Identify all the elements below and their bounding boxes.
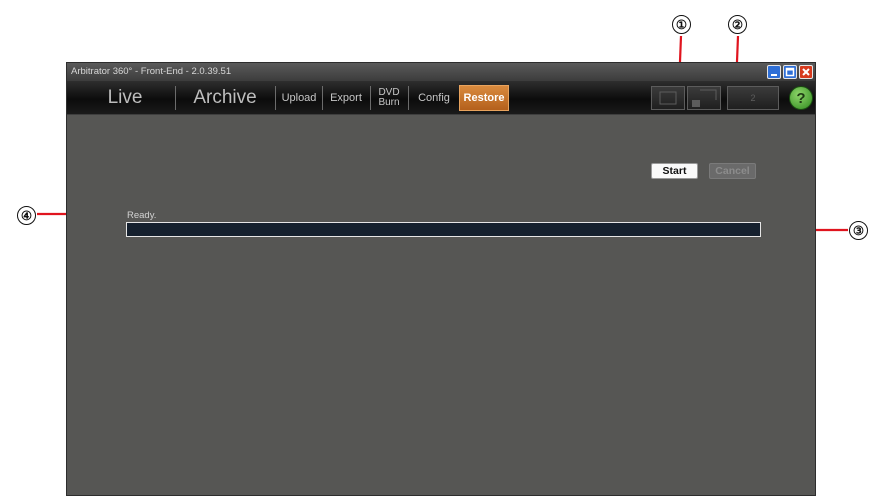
callout-1: ① [672, 15, 691, 34]
title-bar[interactable]: Arbitrator 360° - Front-End - 2.0.39.51 [67, 63, 815, 81]
menu-separator [175, 86, 176, 110]
menu-separator [408, 86, 409, 110]
menu-separator [275, 86, 276, 110]
help-icon[interactable]: ? [789, 86, 813, 110]
status-text: Ready. [127, 210, 157, 221]
tab-dvd-burn-line2: Burn [378, 97, 400, 108]
minimize-icon[interactable] [767, 65, 781, 79]
cancel-button[interactable]: Cancel [709, 163, 756, 179]
layout-icon [659, 91, 677, 105]
toolbar-button-2[interactable]: 2 [727, 86, 779, 110]
tab-export[interactable]: Export [324, 84, 368, 112]
callout-4: ④ [17, 206, 36, 225]
menu-separator [322, 86, 323, 110]
callout-3: ③ [849, 221, 868, 240]
tab-dvd-burn[interactable]: DVD Burn [372, 84, 406, 112]
window-title: Arbitrator 360° - Front-End - 2.0.39.51 [71, 66, 232, 77]
toolbar-button-layout[interactable] [651, 86, 685, 110]
callout-2: ② [728, 15, 747, 34]
restore-progress-bar [126, 222, 761, 237]
window-controls [767, 65, 813, 79]
tab-restore[interactable]: Restore [459, 85, 509, 111]
close-icon[interactable] [799, 65, 813, 79]
toolbar-button-window[interactable] [687, 86, 721, 110]
tab-config[interactable]: Config [410, 84, 458, 112]
maximize-icon[interactable] [783, 65, 797, 79]
tab-upload[interactable]: Upload [277, 84, 321, 112]
window-icon [692, 89, 717, 107]
menu-separator [370, 86, 371, 110]
toolbar-button-label: 2 [750, 93, 756, 103]
tab-live[interactable]: Live [75, 84, 175, 112]
main-menubar: Live Archive Upload Export DVD Burn Conf… [67, 81, 815, 115]
start-button[interactable]: Start [651, 163, 698, 179]
tab-archive[interactable]: Archive [177, 84, 273, 112]
app-window: Arbitrator 360° - Front-End - 2.0.39.51 … [66, 62, 816, 496]
